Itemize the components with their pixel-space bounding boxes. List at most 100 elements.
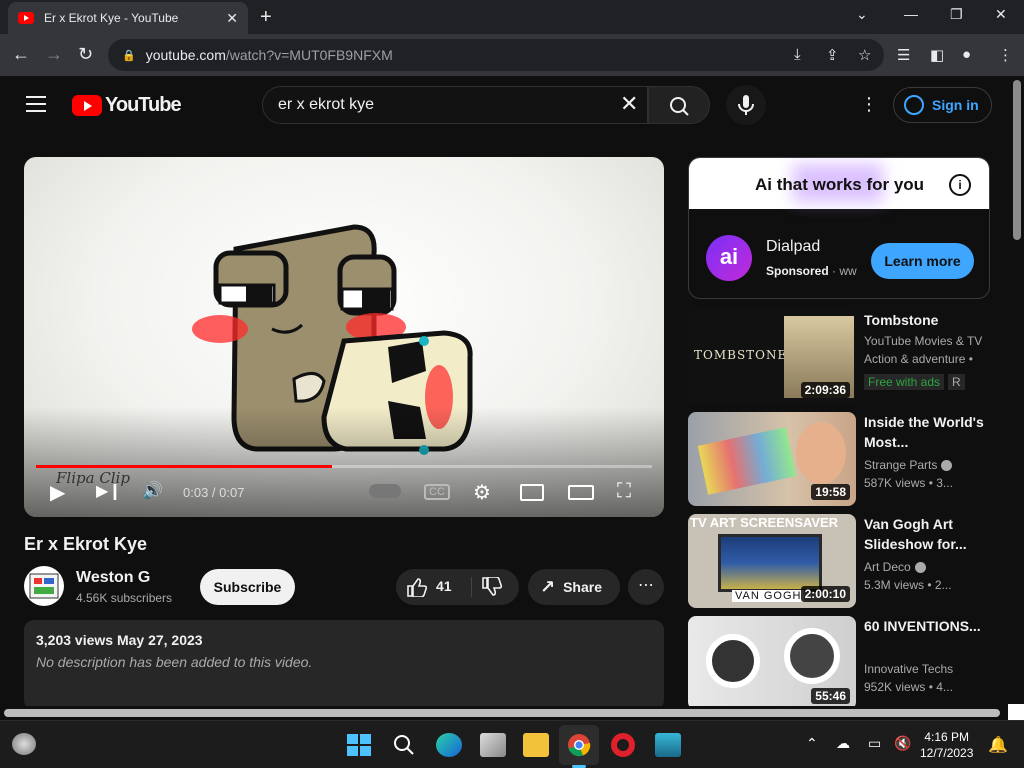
- show-hidden-icons-chevron-icon[interactable]: ⌃: [806, 735, 818, 752]
- sign-in-button[interactable]: Sign in: [893, 87, 992, 123]
- new-tab-button[interactable]: +: [260, 6, 272, 29]
- youtube-wordmark: YouTube: [105, 94, 182, 116]
- edge-beta-icon[interactable]: [436, 733, 462, 757]
- taskbar-search-icon[interactable]: [391, 733, 417, 757]
- hamburger-menu-icon[interactable]: [26, 96, 46, 112]
- horizontal-scrollbar[interactable]: [0, 706, 1010, 720]
- close-window-button[interactable]: ✕: [995, 6, 1007, 23]
- channel-avatar[interactable]: [24, 566, 64, 606]
- duration-badge-4: 55:46: [811, 688, 850, 704]
- channel-name[interactable]: Weston G: [76, 569, 150, 587]
- browser-toolbar: ← → ↻ 🔒 youtube.com/watch?v=MUT0FB9NFXM …: [0, 34, 1024, 76]
- like-icon[interactable]: [406, 577, 428, 597]
- progress-bar[interactable]: [36, 465, 652, 468]
- views-and-date: 3,203 views May 27, 2023: [36, 632, 203, 648]
- share-button[interactable]: ↗ Share: [528, 569, 620, 605]
- ad-headline: Ai that works for you: [755, 175, 925, 194]
- chrome-icon[interactable]: [566, 733, 592, 757]
- related-thumbnail-1[interactable]: TOMBSTONE 2:09:36: [688, 310, 856, 404]
- minimize-button[interactable]: —: [904, 6, 918, 22]
- time-display: 0:03 / 0:07: [183, 485, 245, 500]
- subscribe-button[interactable]: Subscribe: [200, 569, 295, 605]
- remote-desktop-icon[interactable]: [655, 733, 681, 757]
- related-badges-1: Free with ads R: [864, 374, 988, 390]
- captions-icon[interactable]: CC: [424, 484, 450, 500]
- profile-icon[interactable]: ●: [962, 46, 971, 63]
- thumb-helmet-art-left: [706, 634, 760, 688]
- related-thumbnail-2[interactable]: 19:58: [688, 412, 856, 506]
- clear-search-icon[interactable]: ✕: [620, 91, 638, 117]
- share-page-icon[interactable]: ⇪: [826, 46, 839, 64]
- tab-search-chevron-icon[interactable]: ⌄: [856, 6, 868, 23]
- install-app-icon[interactable]: ⤓: [794, 46, 801, 63]
- reload-icon[interactable]: ↻: [78, 44, 93, 65]
- free-with-ads-badge: Free with ads: [864, 374, 945, 390]
- play-icon[interactable]: ▶: [50, 480, 65, 505]
- next-video-icon[interactable]: ▶❙: [96, 481, 122, 501]
- search-button[interactable]: [648, 86, 710, 124]
- volume-muted-icon[interactable]: 🔇: [894, 735, 911, 752]
- ad-banner[interactable]: Ai that works for you i: [689, 158, 989, 209]
- description-box[interactable]: 3,203 views May 27, 2023 No description …: [24, 620, 664, 710]
- search-input[interactable]: [278, 96, 608, 114]
- notification-bell-icon[interactable]: 🔔: [988, 735, 1008, 755]
- task-view-icon[interactable]: [480, 733, 506, 757]
- weather-widget-icon[interactable]: [12, 733, 36, 755]
- related-channel-name-3: Art Deco: [864, 560, 911, 574]
- miniplayer-icon[interactable]: [520, 484, 544, 501]
- related-video-4[interactable]: 55:46 60 INVENTIONS... Innovative Techs …: [688, 616, 990, 706]
- restore-button[interactable]: ❐: [950, 6, 963, 23]
- autoplay-toggle[interactable]: [369, 484, 401, 498]
- url-domain: youtube.com: [145, 47, 226, 63]
- sponsored-ad-card[interactable]: Ai that works for you i ai Dialpad Spons…: [688, 157, 990, 299]
- related-video-3[interactable]: TV ART SCREENSAVER VAN GOGH 2:00:10 Van …: [688, 514, 990, 608]
- media-queue-icon[interactable]: ☰: [897, 46, 910, 64]
- file-explorer-icon[interactable]: [523, 733, 549, 757]
- back-arrow-icon[interactable]: ←: [12, 44, 30, 65]
- chrome-menu-icon[interactable]: ⋮: [998, 46, 1013, 64]
- side-panel-icon[interactable]: ◧: [930, 46, 944, 64]
- vertical-scrollbar[interactable]: [1010, 76, 1024, 706]
- related-title-2: Inside the World's Most...: [864, 414, 984, 450]
- learn-more-button[interactable]: Learn more: [871, 243, 974, 279]
- settings-kebab-icon[interactable]: ⋮: [860, 94, 878, 115]
- related-meta-3: 5.3M views • 2...: [864, 578, 952, 592]
- microphone-icon: [738, 95, 754, 115]
- dislike-icon[interactable]: [481, 577, 503, 597]
- opera-icon[interactable]: [611, 733, 635, 757]
- url-path: /watch?v=MUT0FB9NFXM: [225, 47, 393, 63]
- video-player[interactable]: Flipa Clip ▶ ▶❙ 🔊 0:03 / 0:07 CC ⚙ ⛶: [24, 157, 664, 517]
- related-genre-1: Action & adventure •: [864, 352, 973, 366]
- related-title-4: 60 INVENTIONS...: [864, 618, 981, 634]
- bookmark-star-icon[interactable]: ☆: [858, 46, 871, 64]
- system-clock[interactable]: 4:16 PM 12/7/2023: [920, 729, 973, 761]
- related-meta-4: 952K views • 4...: [864, 680, 953, 694]
- address-bar[interactable]: 🔒 youtube.com/watch?v=MUT0FB9NFXM: [108, 39, 884, 71]
- youtube-logo[interactable]: YouTube: [72, 94, 182, 117]
- related-video-2[interactable]: 19:58 Inside the World's Most... Strange…: [688, 412, 990, 506]
- lock-icon[interactable]: 🔒: [122, 49, 136, 62]
- thumb-helmet-art-right: [784, 628, 840, 684]
- network-icon[interactable]: ▭: [868, 735, 881, 752]
- more-actions-button[interactable]: ⋯: [628, 569, 664, 605]
- fullscreen-icon[interactable]: ⛶: [617, 480, 631, 503]
- voice-search-button[interactable]: [726, 85, 766, 125]
- theater-mode-icon[interactable]: [568, 485, 594, 500]
- close-tab-icon[interactable]: ✕: [226, 10, 238, 27]
- settings-gear-icon[interactable]: ⚙: [473, 480, 491, 505]
- related-video-1[interactable]: TOMBSTONE 2:09:36 Tombstone YouTube Movi…: [688, 310, 990, 404]
- dialpad-logo-icon[interactable]: ai: [706, 235, 752, 281]
- horizontal-scroll-thumb[interactable]: [4, 709, 1000, 717]
- windows-start-icon[interactable]: [346, 733, 372, 757]
- related-thumbnail-4[interactable]: 55:46: [688, 616, 856, 706]
- related-thumbnail-3[interactable]: TV ART SCREENSAVER VAN GOGH 2:00:10: [688, 514, 856, 608]
- browser-tab[interactable]: Er x Ekrot Kye - YouTube ✕: [8, 2, 248, 34]
- verified-icon: [941, 460, 953, 472]
- sponsored-label: Sponsored · ww: [766, 264, 857, 278]
- onedrive-icon[interactable]: ☁: [836, 735, 850, 752]
- forward-arrow-icon[interactable]: →: [45, 44, 63, 65]
- vertical-scroll-thumb[interactable]: [1013, 80, 1021, 240]
- ad-info-icon[interactable]: i: [949, 174, 971, 196]
- channel-avatar-image: [29, 573, 59, 599]
- volume-icon[interactable]: 🔊: [142, 481, 163, 501]
